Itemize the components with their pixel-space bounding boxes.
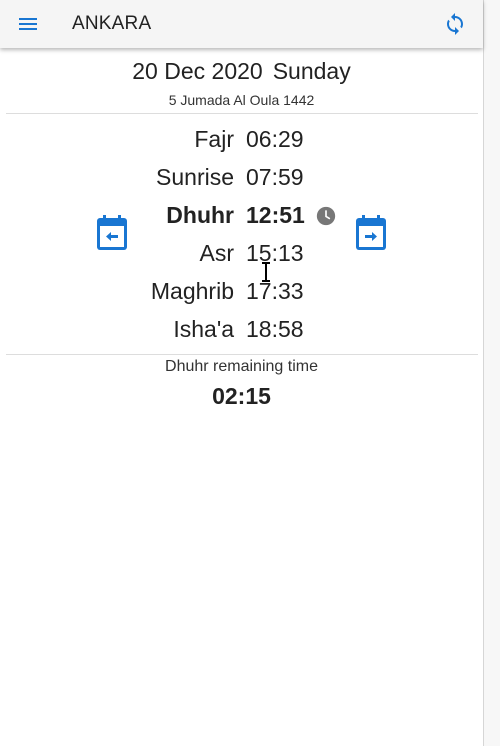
top-divider [6, 113, 478, 114]
prayer-time: 12:51 [246, 202, 305, 228]
hijri-date: 5 Jumada Al Oula 1442 [168, 92, 315, 108]
refresh-button[interactable] [443, 12, 467, 36]
prayer-name: Isha'a [173, 316, 234, 342]
menu-button[interactable] [16, 12, 40, 36]
prayer-time: 15:13 [246, 240, 304, 266]
prayer-name: Fajr [194, 126, 234, 152]
remaining-time-label: Dhuhr remaining time [165, 358, 318, 375]
prayer-time: 06:29 [246, 126, 304, 152]
refresh-icon [447, 13, 463, 35]
calendar-previous-icon [97, 215, 127, 250]
prayer-row-maghrib: Maghrib 17:33 [0, 278, 483, 316]
gregorian-date: 20 Dec 2020 [132, 58, 263, 84]
remaining-time-value: 02:15 [212, 383, 271, 409]
next-day-button[interactable] [354, 214, 388, 252]
weekday: Sunday [272, 58, 351, 84]
prayer-time: 18:58 [246, 316, 304, 342]
page-scrollbar[interactable] [484, 0, 500, 746]
text-cursor-icon [262, 262, 270, 282]
city-title: ANKARA [72, 13, 152, 34]
prayer-row-fajr: Fajr 06:29 [0, 126, 483, 164]
prayer-name: Maghrib [150, 278, 234, 304]
app-toolbar: ANKARA [0, 0, 483, 48]
prayer-time: 07:59 [246, 164, 304, 190]
prayer-name: Sunrise [156, 164, 234, 190]
prayer-time: 17:33 [246, 278, 304, 304]
prayer-row-sunrise: Sunrise 07:59 [0, 164, 483, 202]
bottom-divider [6, 354, 478, 355]
prayer-times-page: ANKARA 20 Dec 2020 Sunday 5 Jumada Al Oul… [0, 0, 484, 746]
previous-day-button[interactable] [95, 214, 129, 252]
prayer-row-ishaa: Isha'a 18:58 [0, 316, 483, 354]
calendar-next-icon [356, 215, 386, 250]
prayer-row-asr: Asr 15:13 [0, 240, 483, 278]
prayer-row-dhuhr: Dhuhr 12:51 [0, 202, 483, 240]
prayer-name: Dhuhr [166, 202, 234, 228]
menu-icon [19, 18, 37, 30]
prayer-name: Asr [199, 240, 235, 266]
gregorian-date-line: 20 Dec 2020 Sunday [0, 58, 483, 85]
clock-icon [316, 206, 336, 226]
